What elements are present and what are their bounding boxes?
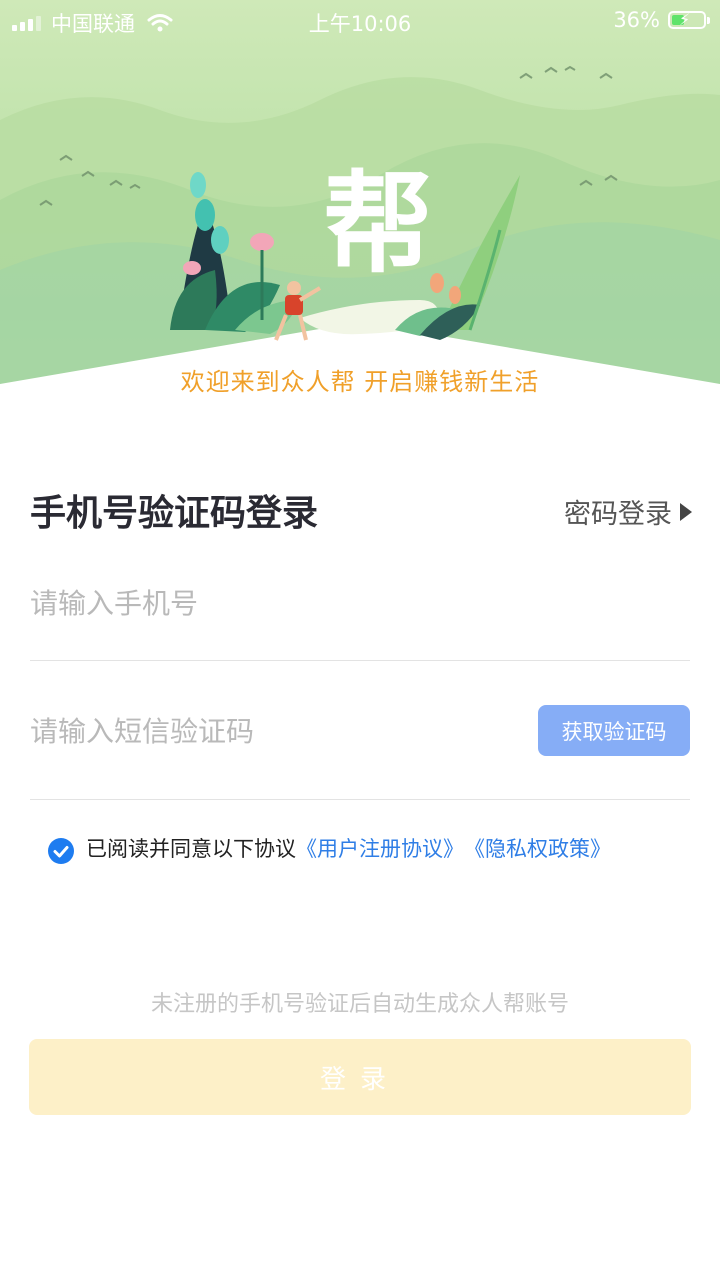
battery-percent: 36%: [613, 8, 660, 32]
page-title: 手机号验证码登录: [30, 493, 319, 534]
hero-logo-text: 帮: [323, 160, 433, 288]
sms-code-input[interactable]: [30, 706, 510, 756]
chevron-right-icon[interactable]: [680, 502, 692, 521]
hero-illustration: 帮: [0, 65, 720, 420]
agreement-row: 已阅读并同意以下协议 《用户注册协议》 《隐私权政策》: [48, 833, 611, 864]
password-login-switch[interactable]: 密码登录: [564, 492, 692, 531]
welcome-slogan: 欢迎来到众人帮 开启赚钱新生活: [180, 368, 540, 396]
register-hint: 未注册的手机号验证后自动生成众人帮账号: [150, 992, 569, 1017]
sms-code-field: 获取验证码: [30, 700, 690, 800]
agree-checkbox[interactable]: [48, 838, 74, 864]
phone-input[interactable]: [30, 578, 510, 628]
checkmark-icon: [53, 846, 69, 858]
phone-field: [30, 570, 690, 661]
agreement-text: 已阅读并同意以下协议: [86, 837, 296, 861]
password-login-label[interactable]: 密码登录: [564, 492, 672, 531]
status-bar: 中国联通 上午10:06 36% ⚡: [0, 0, 720, 40]
hero-banner: 帮 欢迎来到众人帮 开启赚钱新生活: [0, 0, 720, 420]
battery-charging-icon: ⚡: [668, 11, 710, 29]
privacy-policy-link[interactable]: 《隐私权政策》: [464, 833, 611, 863]
get-code-button[interactable]: 获取验证码: [538, 705, 690, 756]
login-button[interactable]: 登录: [29, 1039, 691, 1115]
status-time: 上午10:06: [308, 12, 412, 36]
user-agreement-link[interactable]: 《用户注册协议》: [296, 833, 464, 863]
